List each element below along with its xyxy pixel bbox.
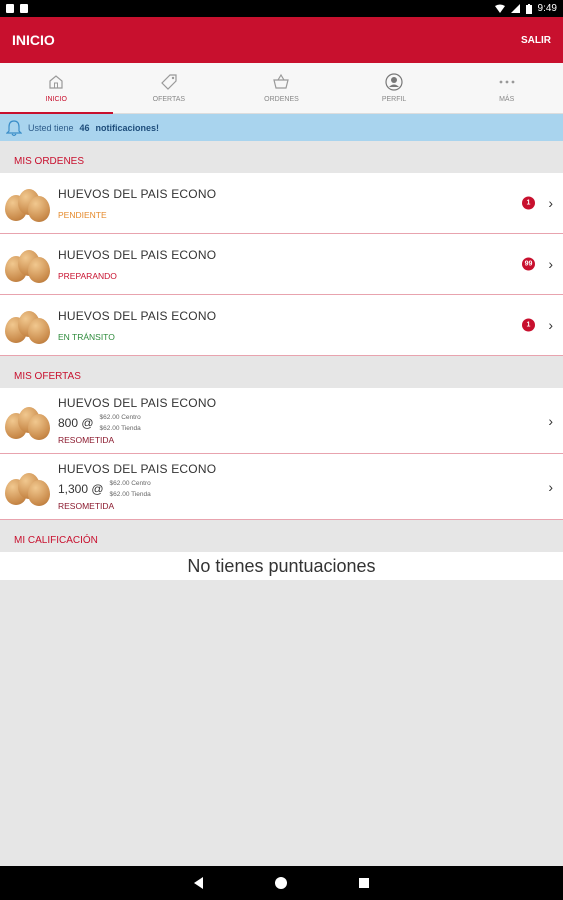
offer-row[interactable]: HUEVOS DEL PAIS ECONO 800 @ $62.00 Centr… <box>0 388 563 454</box>
rating-empty-message: No tienes puntuaciones <box>0 552 563 580</box>
price-store: $62.00 Tienda <box>109 491 151 498</box>
chevron-right-icon: › <box>548 412 553 429</box>
chevron-right-icon: › <box>548 256 553 272</box>
home-button-icon[interactable] <box>275 877 287 889</box>
tab-perfil[interactable]: Perfil <box>338 63 451 113</box>
logout-button[interactable]: SALIR <box>521 35 551 46</box>
notification-suffix: notificaciones! <box>95 122 160 133</box>
clock: 9:49 <box>537 3 557 14</box>
bell-icon <box>6 119 22 136</box>
tab-ofertas[interactable]: OFERTAS <box>113 63 226 113</box>
more-icon <box>499 80 515 84</box>
order-status: PREPARANDO <box>58 270 117 281</box>
signal-icon <box>510 4 520 13</box>
order-row[interactable]: HUEVOS DEL PAIS ECONO PREPARANDO 99 › <box>0 234 563 295</box>
orders-section-title: MIS ORDENES <box>14 156 85 167</box>
status-bar: 9:49 <box>0 0 563 17</box>
count-badge: 1 <box>522 196 535 210</box>
tag-icon <box>161 74 177 90</box>
notification-prefix: Usted tiene <box>28 122 74 133</box>
home-icon <box>49 75 63 89</box>
offers-section-title: MIS OFERTAS <box>14 371 81 382</box>
eggs-thumbnail <box>4 467 52 507</box>
notification-banner[interactable]: Usted tiene 46 notificaciones! <box>0 114 563 141</box>
product-name: HUEVOS DEL PAIS ECONO <box>58 247 217 262</box>
order-status: PENDIENTE <box>58 209 107 220</box>
tab-bar: INICIO OFERTAS ORDENES Perfil MÁS <box>0 63 563 114</box>
tab-label: ORDENES <box>264 96 299 103</box>
count-badge: 99 <box>522 257 535 271</box>
tab-label: MÁS <box>499 96 515 103</box>
price-center: $62.00 Centro <box>109 480 151 487</box>
system-nav-bar <box>0 866 563 900</box>
chevron-right-icon: › <box>548 478 553 495</box>
price-store: $62.00 Tienda <box>99 425 141 432</box>
notification-icon <box>6 4 14 13</box>
product-name: HUEVOS DEL PAIS ECONO <box>58 462 217 476</box>
profile-icon <box>385 73 403 91</box>
notification-count: 46 <box>79 122 90 133</box>
app-icon <box>20 4 28 13</box>
tab-label: OFERTAS <box>152 96 186 103</box>
app-bar: INICIO SALIR <box>0 17 563 63</box>
product-name: HUEVOS DEL PAIS ECONO <box>58 308 217 323</box>
eggs-thumbnail <box>4 305 52 345</box>
count-badge: 1 <box>522 318 535 332</box>
tab-label: Perfil <box>381 96 407 103</box>
eggs-thumbnail <box>4 244 52 284</box>
chevron-right-icon: › <box>548 317 553 333</box>
wifi-icon <box>494 4 505 13</box>
offer-quantity: 800 @ <box>58 416 94 430</box>
order-row[interactable]: HUEVOS DEL PAIS ECONO PENDIENTE 1 › <box>0 173 563 234</box>
order-status: EN TRÁNSITO <box>58 331 115 342</box>
basket-icon <box>273 73 290 89</box>
price-center: $62.00 Centro <box>99 414 141 421</box>
offer-quantity: 1,300 @ <box>58 482 104 496</box>
order-row[interactable]: HUEVOS DEL PAIS ECONO EN TRÁNSITO 1 › <box>0 295 563 356</box>
rating-section-title: MI CALIFICACIÓN <box>14 535 98 546</box>
eggs-thumbnail <box>4 401 52 441</box>
product-name: HUEVOS DEL PAIS ECONO <box>58 186 217 201</box>
eggs-thumbnail <box>4 183 52 223</box>
tab-inicio[interactable]: INICIO <box>0 63 113 114</box>
chevron-right-icon: › <box>548 195 553 211</box>
offer-status: RESOMETIDA <box>58 501 115 511</box>
recents-icon[interactable] <box>359 878 369 888</box>
battery-icon <box>525 3 532 14</box>
back-icon[interactable] <box>194 877 203 889</box>
tab-label: INICIO <box>45 96 67 103</box>
offer-status: RESOMETIDA <box>58 435 115 445</box>
tab-ordenes[interactable]: ORDENES <box>225 63 338 113</box>
offer-row[interactable]: HUEVOS DEL PAIS ECONO 1,300 @ $62.00 Cen… <box>0 454 563 520</box>
tab-mas[interactable]: MÁS <box>450 63 563 113</box>
page-title: INICIO <box>12 32 55 48</box>
product-name: HUEVOS DEL PAIS ECONO <box>58 396 217 410</box>
